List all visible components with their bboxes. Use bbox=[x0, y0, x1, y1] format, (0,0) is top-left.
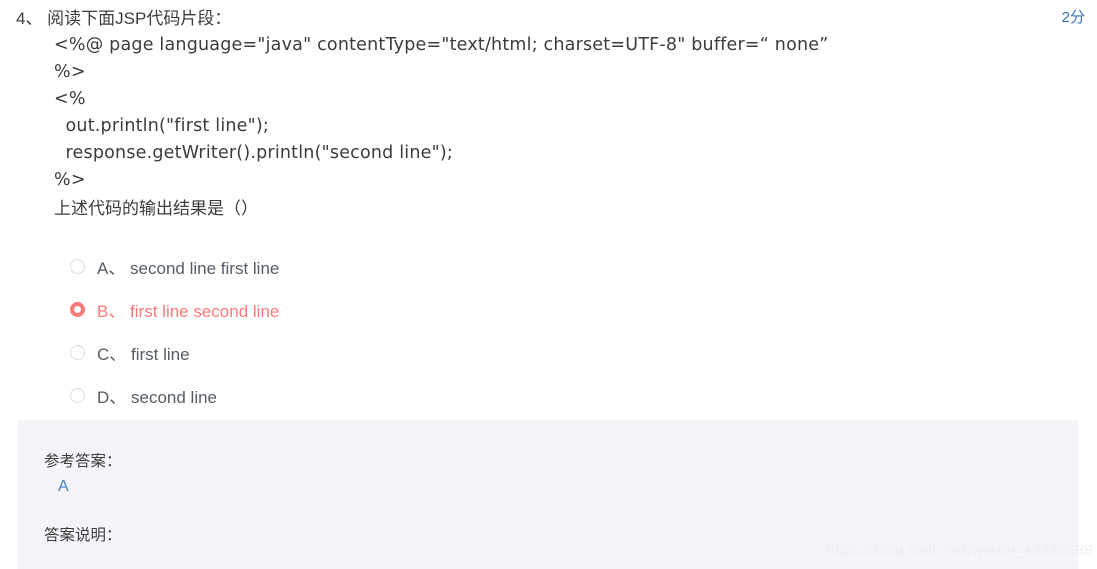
radio-button-a-icon[interactable] bbox=[70, 259, 85, 274]
question-header: 4、 阅读下面JSP代码片段： 2分 bbox=[0, 0, 1097, 32]
reference-answer-label: 参考答案： bbox=[44, 453, 122, 470]
option-row-d[interactable]: D、 second line bbox=[70, 374, 1097, 417]
option-row-c[interactable]: C、 first line bbox=[70, 331, 1097, 374]
option-label-c: C、 first line bbox=[97, 345, 190, 364]
option-label-a: A、 second line first line bbox=[97, 259, 280, 278]
radio-button-b-icon[interactable] bbox=[70, 302, 85, 317]
radio-button-c-icon[interactable] bbox=[70, 345, 85, 360]
question-prompt: 上述代码的输出结果是（） bbox=[54, 199, 258, 218]
option-label-d: D、 second line bbox=[97, 388, 218, 407]
option-row-b[interactable]: B、 first line second line bbox=[70, 288, 1097, 331]
radio-button-d-icon[interactable] bbox=[70, 388, 85, 403]
reference-answer-value: A bbox=[58, 478, 69, 495]
watermark: https://blog.csdn.net/weixin_43330588 bbox=[826, 542, 1093, 559]
option-label-b: B、 first line second line bbox=[97, 302, 280, 321]
score-badge: 2分 bbox=[1061, 9, 1085, 26]
question-title: 4、 阅读下面JSP代码片段： bbox=[16, 9, 232, 28]
jsp-code-snippet: <%@ page language="java" contentType="te… bbox=[54, 35, 829, 190]
question-container: 4、 阅读下面JSP代码片段： 2分 <%@ page language="ja… bbox=[0, 0, 1097, 417]
option-row-a[interactable]: A、 second line first line bbox=[70, 245, 1097, 288]
options-list: A、 second line first line B、 first line … bbox=[0, 245, 1097, 417]
